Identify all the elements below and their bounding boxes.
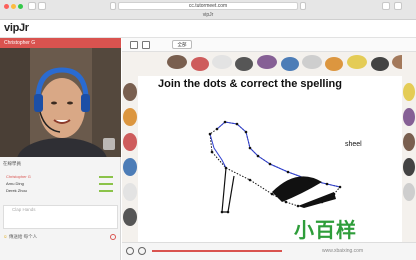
audio-level-icon: [99, 176, 113, 178]
document-icon[interactable]: [142, 41, 150, 49]
tabs-icon[interactable]: [394, 2, 402, 10]
reload-icon[interactable]: [300, 2, 306, 10]
app-logo: vipJr: [4, 22, 29, 34]
slide-title: Join the dots & correct the spelling: [158, 78, 342, 90]
user-name: Christopher G: [6, 174, 31, 179]
audio-level-icon: [99, 190, 113, 192]
users-heading: 在線學員: [3, 161, 21, 166]
tab-title[interactable]: vipJr: [0, 11, 416, 20]
play-icon[interactable]: [138, 247, 146, 255]
chat-target[interactable]: ☺ 傳送給 每个人: [3, 233, 118, 241]
user-row[interactable]: Christopher G: [3, 174, 118, 180]
tutor-name-label: Christopher G: [0, 38, 121, 48]
app-header: [0, 20, 416, 38]
user-row[interactable]: Arnu Ding: [3, 181, 118, 187]
forward-button[interactable]: [38, 2, 46, 10]
watermark-logo: 小百样: [294, 220, 357, 242]
slide-toolbar: [122, 38, 416, 52]
emoji-icon[interactable]: ☺: [3, 234, 8, 239]
maximize-window-icon[interactable]: [18, 4, 23, 9]
privacy-icon[interactable]: [110, 2, 116, 10]
url-bar[interactable]: cc.tutormeet.com: [118, 2, 298, 10]
browser-chrome: cc.tutormeet.com vipJr: [0, 0, 416, 20]
user-name: Derek Zhou: [6, 188, 27, 193]
misspelled-word: sheel: [345, 141, 362, 148]
previous-icon[interactable]: [126, 247, 134, 255]
audio-level-icon: [99, 183, 113, 185]
view-all-button[interactable]: 全部: [172, 40, 192, 49]
user-row[interactable]: Derek Zhou: [3, 188, 118, 194]
back-button[interactable]: [28, 2, 36, 10]
slides-icon[interactable]: [130, 41, 138, 49]
tutor-video: [0, 48, 121, 157]
progress-bar[interactable]: [152, 250, 282, 252]
share-icon[interactable]: [382, 2, 390, 10]
chat-placeholder: Clap Hands: [12, 207, 36, 212]
watermark-url: www.xbaixing.com: [322, 248, 364, 254]
chat-target-label: 傳送給 每个人: [8, 234, 38, 239]
stop-icon[interactable]: [110, 234, 116, 240]
user-name: Arnu Ding: [6, 181, 24, 186]
tutor-video-frame: [0, 48, 121, 157]
close-window-icon[interactable]: [4, 4, 9, 9]
minimize-window-icon[interactable]: [11, 4, 16, 9]
